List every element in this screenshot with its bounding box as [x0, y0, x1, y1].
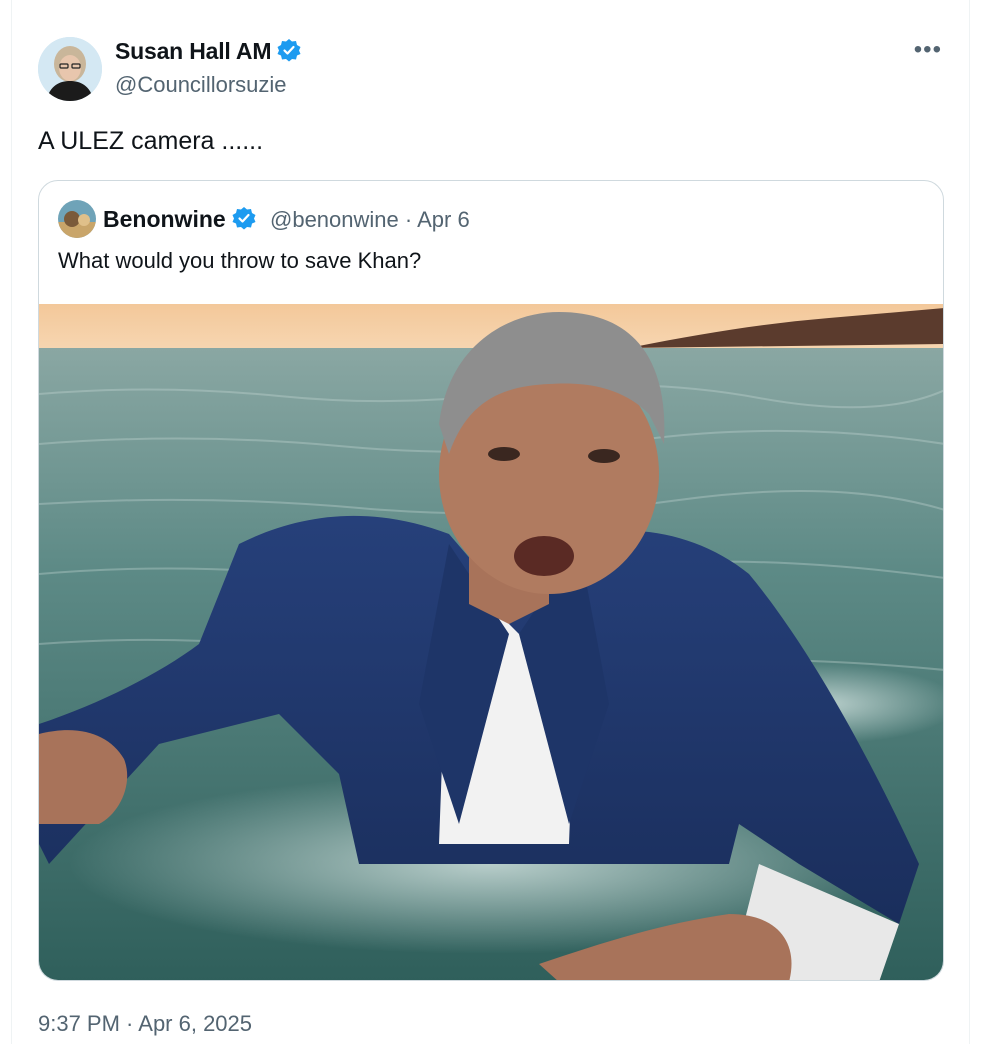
- quoted-author-name: Benonwine: [103, 206, 257, 236]
- post-timestamp[interactable]: 9:37 PM · Apr 6, 2025: [38, 1011, 252, 1037]
- quoted-handle: @benonwine: [270, 207, 399, 232]
- separator: ·: [404, 207, 413, 232]
- quoted-tweet[interactable]: Benonwine @benonwine · Apr 6 What would …: [38, 180, 944, 981]
- quoted-handle-date: @benonwine · Apr 6: [270, 207, 470, 233]
- more-options-icon[interactable]: •••: [914, 36, 942, 64]
- quoted-media-image[interactable]: [39, 304, 943, 980]
- quoted-author-avatar: [58, 200, 96, 238]
- quoted-date: Apr 6: [417, 207, 470, 232]
- author-name[interactable]: Susan Hall AM: [115, 38, 302, 68]
- author-handle[interactable]: @Councillorsuzie: [115, 72, 287, 98]
- verified-badge-icon: [231, 206, 257, 236]
- tweet-text: A ULEZ camera ......: [38, 127, 264, 155]
- quoted-text: What would you throw to save Khan?: [58, 248, 422, 273]
- verified-badge-icon: [276, 38, 302, 68]
- author-avatar[interactable]: [38, 37, 102, 101]
